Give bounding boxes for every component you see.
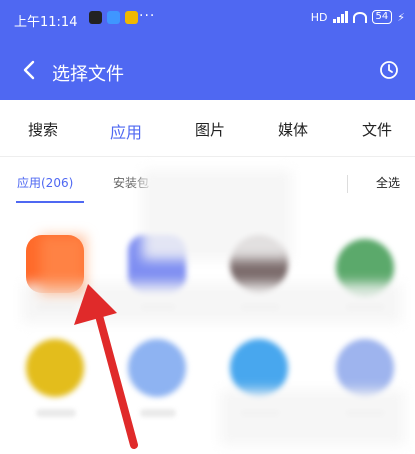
- annotation-arrow-icon: [74, 284, 138, 449]
